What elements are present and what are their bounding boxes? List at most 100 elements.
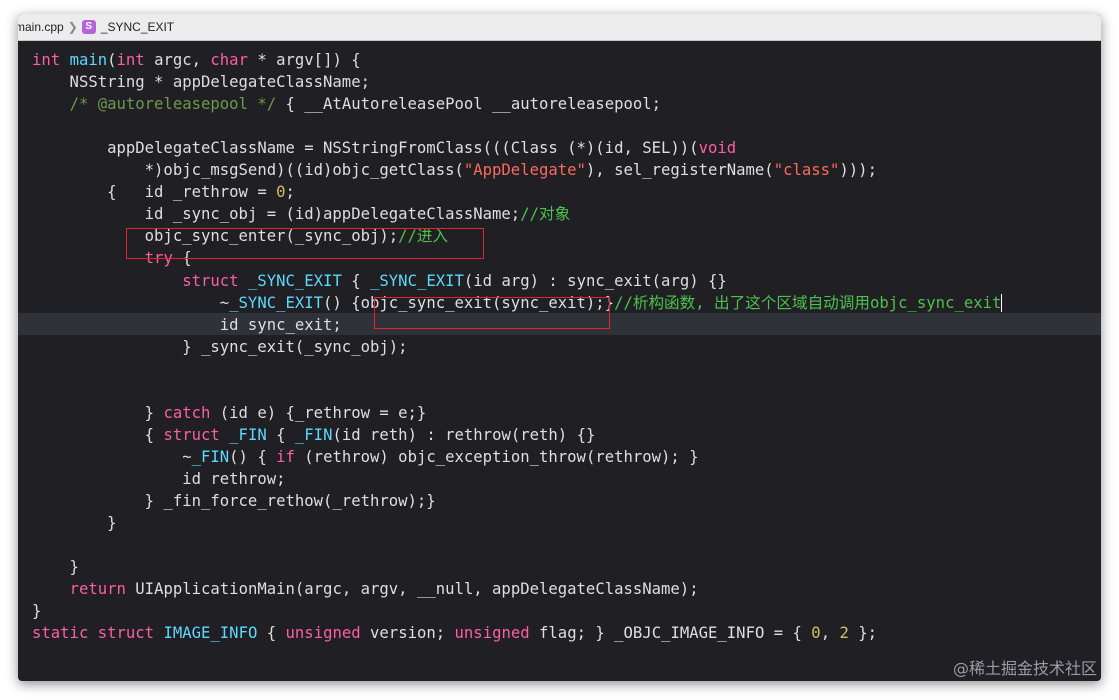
code-token: { xyxy=(341,271,371,290)
code-token: return xyxy=(69,580,126,599)
code-token: (rethrow) objc_exception_throw(rethrow);… xyxy=(294,447,699,466)
code-token: _SYNC_EXIT xyxy=(247,271,342,290)
code-line: } xyxy=(32,556,79,578)
code-line: } _fin_force_rethow(_rethrow);} xyxy=(32,490,436,512)
code-line: /* @autoreleasepool */ { __AtAutorelease… xyxy=(32,93,661,115)
code-token: , xyxy=(820,624,840,643)
code-line: appDelegateClassName = NSStringFromClass… xyxy=(32,137,736,159)
code-token: ~ xyxy=(32,293,230,312)
code-token: 0 xyxy=(276,183,286,202)
code-token: struct xyxy=(97,624,155,643)
code-token: 2 xyxy=(839,624,849,643)
code-editor[interactable]: int main(int argc, char * argv[]) { NSSt… xyxy=(18,41,1101,681)
code-line: *)objc_msgSend)((id)objc_getClass("AppDe… xyxy=(32,159,877,181)
code-token: int xyxy=(116,51,145,69)
code-token: unsigned xyxy=(285,624,361,643)
code-token: catch xyxy=(163,403,211,422)
annotation-box-sync-enter xyxy=(126,228,484,259)
code-line: } _sync_exit(_sync_obj); xyxy=(32,336,408,358)
code-token: UIApplicationMain(argc, argv, __null, ap… xyxy=(125,580,699,599)
code-token: if xyxy=(276,447,295,466)
jump-bar: main.cpp ❯ S _SYNC_EXIT xyxy=(18,14,1101,41)
code-token: struct xyxy=(163,425,220,444)
text-cursor xyxy=(1001,294,1003,313)
code-token: (id reth) : rethrow(reth) {} xyxy=(332,425,596,444)
code-token: version; xyxy=(360,624,455,643)
code-line: id sync_exit; xyxy=(32,314,342,336)
code-line: } catch (id e) {_rethrow = e;} xyxy=(32,402,427,424)
code-line: { struct _FIN { _FIN(id reth) : rethrow(… xyxy=(32,424,596,446)
code-token: appDelegateClassName = NSStringFromClass… xyxy=(32,139,699,158)
code-line: id rethrow; xyxy=(32,468,285,490)
code-token: argc, xyxy=(144,51,211,69)
code-token: "AppDelegate" xyxy=(463,161,586,180)
code-line: } xyxy=(32,600,41,622)
code-token: int xyxy=(32,51,61,69)
code-token: * argv[]) { xyxy=(247,51,361,69)
code-token: (id arg) : sync_exit(arg) {} xyxy=(463,271,727,290)
code-token: flag; } _OBJC_IMAGE_INFO = { xyxy=(529,624,812,643)
code-token: /* @autoreleasepool */ xyxy=(69,95,277,114)
code-token: } xyxy=(32,602,42,621)
code-token: //析构函数, 出了这个区域自动调用objc_sync_exit xyxy=(614,293,1002,312)
code-token: _SYNC_EXIT xyxy=(370,271,464,290)
code-token: "class" xyxy=(773,161,840,180)
code-line: id _sync_obj = (id)appDelegateClassName;… xyxy=(32,203,571,225)
code-token: unsigned xyxy=(454,624,530,643)
code-token: _SYNC_EXIT xyxy=(229,293,324,312)
watermark: @稀土掘金技术社区 xyxy=(952,659,1097,678)
chevron-right-icon: ❯ xyxy=(67,20,78,34)
code-token: ( xyxy=(107,51,117,69)
code-token: //对象 xyxy=(520,205,571,224)
code-token: } _fin_force_rethow(_rethrow);} xyxy=(32,492,436,510)
code-line: { id _rethrow = 0; xyxy=(32,181,295,203)
code-line: int main(int argc, char * argv[]) { xyxy=(32,49,361,71)
code-token: _FIN xyxy=(191,447,230,466)
code-token: } xyxy=(32,558,79,577)
code-token: main xyxy=(69,51,108,69)
code-token: ), sel_registerName( xyxy=(585,161,774,180)
code-token: { __AtAutoreleasePool __autoreleasepool; xyxy=(276,95,662,114)
code-token: void xyxy=(698,139,737,158)
code-token: { id _rethrow = xyxy=(32,183,277,202)
code-line: static struct IMAGE_INFO { unsigned vers… xyxy=(32,622,877,644)
code-token: IMAGE_INFO xyxy=(163,624,258,643)
code-token: () { xyxy=(229,447,277,466)
code-token: id _sync_obj = (id)appDelegateClassName; xyxy=(32,205,521,224)
code-token: ; xyxy=(285,183,295,202)
code-token: { xyxy=(257,624,286,643)
code-token: *)objc_msgSend)((id)objc_getClass( xyxy=(32,161,464,180)
xcode-editor-window: main.cpp ❯ S _SYNC_EXIT int main(int arg… xyxy=(18,14,1101,681)
code-line: return UIApplicationMain(argc, argv, __n… xyxy=(32,578,699,600)
code-line: struct _SYNC_EXIT { _SYNC_EXIT(id arg) :… xyxy=(32,270,727,292)
code-token: NSString * appDelegateClassName; xyxy=(32,73,370,92)
code-token: } xyxy=(32,514,117,533)
code-line: } xyxy=(32,512,117,534)
code-token: (id e) {_rethrow = e;} xyxy=(210,403,427,422)
code-token: id rethrow; xyxy=(32,469,286,488)
code-token: ~ xyxy=(32,447,192,466)
breadcrumb-symbol[interactable]: _SYNC_EXIT xyxy=(101,20,174,34)
code-token: static xyxy=(32,624,89,643)
code-token: char xyxy=(210,51,248,69)
code-token: } _sync_exit(_sync_obj); xyxy=(32,337,408,356)
code-token: { xyxy=(32,425,164,444)
annotation-box-sync-exit xyxy=(374,297,610,329)
code-token: 0 xyxy=(811,624,821,643)
code-token: _FIN xyxy=(229,425,267,444)
code-line: NSString * appDelegateClassName; xyxy=(32,71,370,93)
code-token: _FIN xyxy=(294,425,333,444)
breadcrumb-file[interactable]: main.cpp xyxy=(18,20,64,34)
code-token: }; xyxy=(848,624,878,643)
struct-symbol-icon: S xyxy=(81,20,96,34)
code-line: ~_FIN() { if (rethrow) objc_exception_th… xyxy=(32,446,699,468)
code-token: } xyxy=(32,403,164,422)
code-token: id sync_exit; xyxy=(32,315,342,334)
